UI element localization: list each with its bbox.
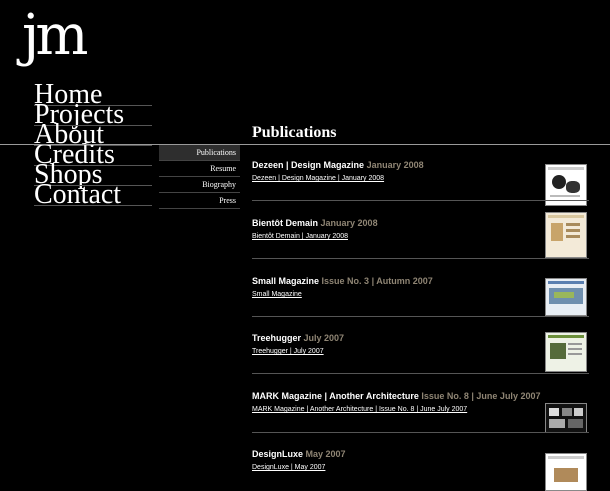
divider: [252, 373, 589, 374]
logo[interactable]: jm: [22, 6, 88, 66]
divider: [252, 316, 589, 317]
publication-title: Bientôt Demain: [252, 218, 319, 228]
sub-nav-item-press[interactable]: Press: [159, 193, 240, 209]
publication-heading: DesignLuxe May 2007: [252, 449, 346, 460]
publication-link[interactable]: Dezeen | Design Magazine | January 2008: [252, 174, 384, 183]
publication-date: July 2007: [303, 333, 345, 343]
publication-title: MARK Magazine | Another Architecture: [252, 391, 419, 401]
divider: [252, 258, 589, 259]
publication-date: January 2008: [366, 160, 424, 170]
sub-nav-item-biography[interactable]: Biography: [159, 177, 240, 193]
publication-link[interactable]: Bientôt Demain | January 2008: [252, 232, 348, 241]
publication-link[interactable]: Treehugger | July 2007: [252, 347, 324, 356]
publication-heading: Treehugger July 2007: [252, 333, 344, 344]
main-nav: Home Projects About Credits Shops Contac…: [34, 81, 152, 209]
divider: [252, 200, 589, 201]
publication-date: Issue No. 8 | June July 2007: [421, 391, 541, 401]
publication-thumbnail[interactable]: [545, 278, 587, 316]
publication-heading: MARK Magazine | Another Architecture Iss…: [252, 391, 540, 402]
divider: [252, 432, 589, 433]
sub-nav-item-publications[interactable]: Publications: [159, 145, 240, 161]
publication-link[interactable]: MARK Magazine | Another Architecture | I…: [252, 405, 467, 414]
horizontal-divider: [0, 144, 610, 145]
publication-title: Treehugger: [252, 333, 302, 343]
publication-title: Small Magazine: [252, 276, 320, 286]
publication-date: May 2007: [305, 449, 346, 459]
publication-thumbnail[interactable]: [545, 453, 587, 491]
page-title: Publications: [252, 124, 337, 141]
publication-link[interactable]: Small Magazine: [252, 290, 302, 299]
main-nav-item-contact[interactable]: Contact: [34, 181, 152, 209]
publication-thumbnail[interactable]: [545, 212, 587, 258]
publication-thumbnail[interactable]: [545, 403, 587, 433]
publication-thumbnail[interactable]: [545, 332, 587, 372]
publication-date: January 2008: [320, 218, 378, 228]
divider: [34, 205, 152, 206]
publication-title: Dezeen | Design Magazine: [252, 160, 365, 170]
publication-link[interactable]: DesignLuxe | May 2007: [252, 463, 325, 472]
publication-heading: Small Magazine Issue No. 3 | Autumn 2007: [252, 276, 433, 287]
publication-date: Issue No. 3 | Autumn 2007: [321, 276, 433, 286]
publication-heading: Bientôt Demain January 2008: [252, 218, 378, 229]
sub-nav: Publications Resume Biography Press: [159, 145, 240, 209]
publication-heading: Dezeen | Design Magazine January 2008: [252, 160, 424, 171]
publication-title: DesignLuxe: [252, 449, 304, 459]
sub-nav-item-resume[interactable]: Resume: [159, 161, 240, 177]
